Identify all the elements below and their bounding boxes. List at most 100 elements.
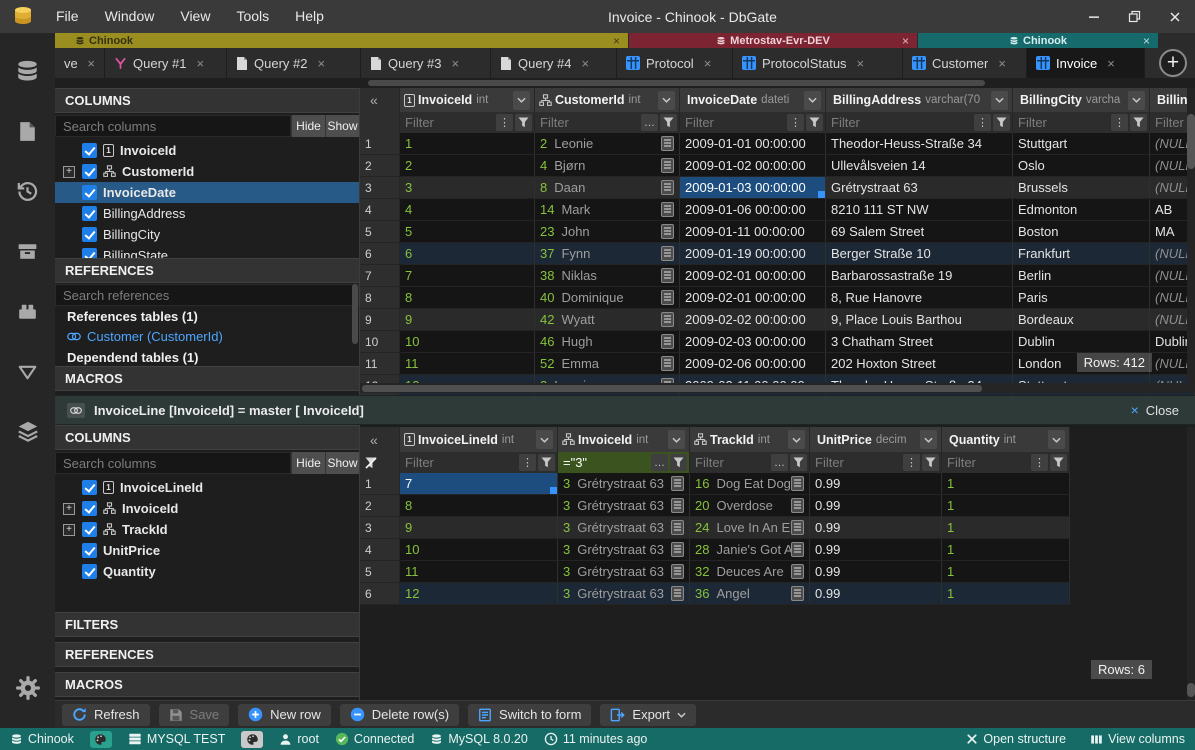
close-tab-icon[interactable]: × [704,56,712,71]
checkbox-icon[interactable] [82,164,97,179]
column-header-invoiceid[interactable]: 1InvoiceIdint [400,88,535,112]
cell[interactable]: 12 [400,583,558,604]
open-reference-icon[interactable] [661,334,674,349]
cell[interactable]: Brussels [1013,177,1150,198]
macros-section-header[interactable]: MACROS [55,366,359,391]
filter-menu-icon[interactable]: ⋮ [1031,454,1048,471]
close-tab-icon[interactable]: × [998,56,1006,71]
cell[interactable]: 9, Place Louis Barthou [826,309,1013,330]
cell[interactable]: 9 [400,517,558,538]
tab-query-2[interactable]: Query #2× [227,48,361,78]
filter-menu-icon[interactable]: ⋮ [974,114,991,131]
cell[interactable]: 8Daan [535,177,680,198]
open-reference-icon[interactable] [661,180,674,195]
open-reference-icon[interactable] [661,356,674,371]
vertical-scrollbar-handle[interactable] [1187,114,1195,169]
columns-section-header[interactable]: COLUMNS [55,88,359,113]
row-number[interactable]: 2 [360,495,400,516]
row-number[interactable]: 3 [360,517,400,538]
menu-view[interactable]: View [167,0,223,33]
close-group-icon[interactable]: × [613,35,620,47]
column-header-invoicedate[interactable]: InvoiceDatedateti [680,88,826,112]
column-header-invoicelineid[interactable]: 1InvoiceLineIdint [400,427,558,452]
filter-funnel-icon[interactable] [790,454,807,471]
columns-section-header[interactable]: COLUMNS [55,425,359,450]
cell[interactable]: Berlin [1013,265,1150,286]
delete-row-s-button[interactable]: Delete row(s) [340,704,459,726]
column-menu-icon[interactable] [788,430,805,449]
column-item-billingaddress[interactable]: BillingAddress [55,203,359,224]
cell[interactable]: 3Grétrystraat 63 [558,495,690,516]
cell[interactable]: 37Fynn [535,243,680,264]
sidebar-scrollbar[interactable] [352,284,358,344]
cell[interactable]: 32Deuces Are [690,561,810,582]
archive-icon[interactable] [0,221,55,281]
expand-icon[interactable]: + [63,524,75,536]
cell[interactable]: 42Wyatt [535,309,680,330]
filter-funnel-icon[interactable] [660,114,677,131]
row-number[interactable]: 7 [360,265,400,286]
cell[interactable]: 2009-02-01 00:00:00 [680,287,826,308]
cell[interactable]: 6 [400,243,535,264]
checkbox-icon[interactable] [82,206,97,221]
cell[interactable]: 0.99 [810,517,942,538]
close-group-icon[interactable]: × [1143,35,1150,47]
cell[interactable]: 40Dominique [535,287,680,308]
cell[interactable]: 10 [400,539,558,560]
status-connected[interactable]: Connected [335,732,414,746]
history-icon[interactable] [0,161,55,221]
export-button[interactable]: Export [600,704,696,726]
cell[interactable]: 52Emma [535,353,680,374]
plugins-icon[interactable] [0,281,55,341]
filter-menu-icon[interactable]: … [651,454,668,471]
database-icon[interactable] [0,41,55,101]
cell[interactable]: 23John [535,221,680,242]
files-icon[interactable] [0,101,55,161]
filter-menu-icon[interactable]: ⋮ [496,114,513,131]
cell[interactable]: 2009-01-02 00:00:00 [680,155,826,176]
cell[interactable]: 2009-02-06 00:00:00 [680,353,826,374]
row-number[interactable]: 9 [360,309,400,330]
close-tab-icon[interactable]: × [857,56,865,71]
cell[interactable]: Grétrystraat 63 [826,177,1013,198]
filter-input-billingcity[interactable]: Filter⋮ [1013,112,1150,133]
minimize-icon[interactable] [1088,11,1100,23]
open-reference-icon[interactable] [791,498,804,513]
tab-scrollbar-handle[interactable] [368,80,985,86]
open-reference-icon[interactable] [671,586,684,601]
cell[interactable]: 3Grétrystraat 63 [558,473,690,494]
cell[interactable]: 1 [942,561,1070,582]
column-header-unitprice[interactable]: UnitPricedecim [810,427,942,452]
cell[interactable]: 1 [400,133,535,154]
cell[interactable]: Stuttgart [1013,133,1150,154]
status-root[interactable]: root [279,732,319,746]
cell[interactable]: 4Bjørn [535,155,680,176]
row-number[interactable]: 1 [360,133,400,154]
status-11-minutes-ago[interactable]: 11 minutes ago [544,732,648,746]
cell[interactable]: 0.99 [810,495,942,516]
row-number[interactable]: 5 [360,561,400,582]
open-reference-icon[interactable] [791,586,804,601]
open-reference-icon[interactable] [661,136,674,151]
column-menu-icon[interactable] [1128,91,1145,110]
filter-menu-icon[interactable]: … [771,454,788,471]
open-reference-icon[interactable] [671,498,684,513]
cell[interactable]: 3Grétrystraat 63 [558,583,690,604]
cell[interactable]: 7 [400,265,535,286]
cell[interactable]: Paris [1013,287,1150,308]
cell[interactable]: 1 [942,583,1070,604]
cell[interactable]: 38Niklas [535,265,680,286]
filter-funnel-icon[interactable] [515,114,532,131]
column-item-invoicedate[interactable]: InvoiceDate [55,182,359,203]
filter-funnel-icon[interactable] [670,454,687,471]
save-button[interactable]: Save [159,704,230,726]
cell[interactable]: 2009-01-11 00:00:00 [680,221,826,242]
cell[interactable]: 3 [400,177,535,198]
tab-invoice[interactable]: Invoice× [1027,48,1145,78]
cell[interactable]: Barbarossastraße 19 [826,265,1013,286]
cell[interactable]: Frankfurt [1013,243,1150,264]
filter-input-billingaddress[interactable]: Filter⋮ [826,112,1013,133]
close-tab-icon[interactable]: × [87,56,95,71]
expand-icon[interactable]: + [63,503,75,515]
status-mysql-test[interactable]: MYSQL TEST [128,732,226,746]
